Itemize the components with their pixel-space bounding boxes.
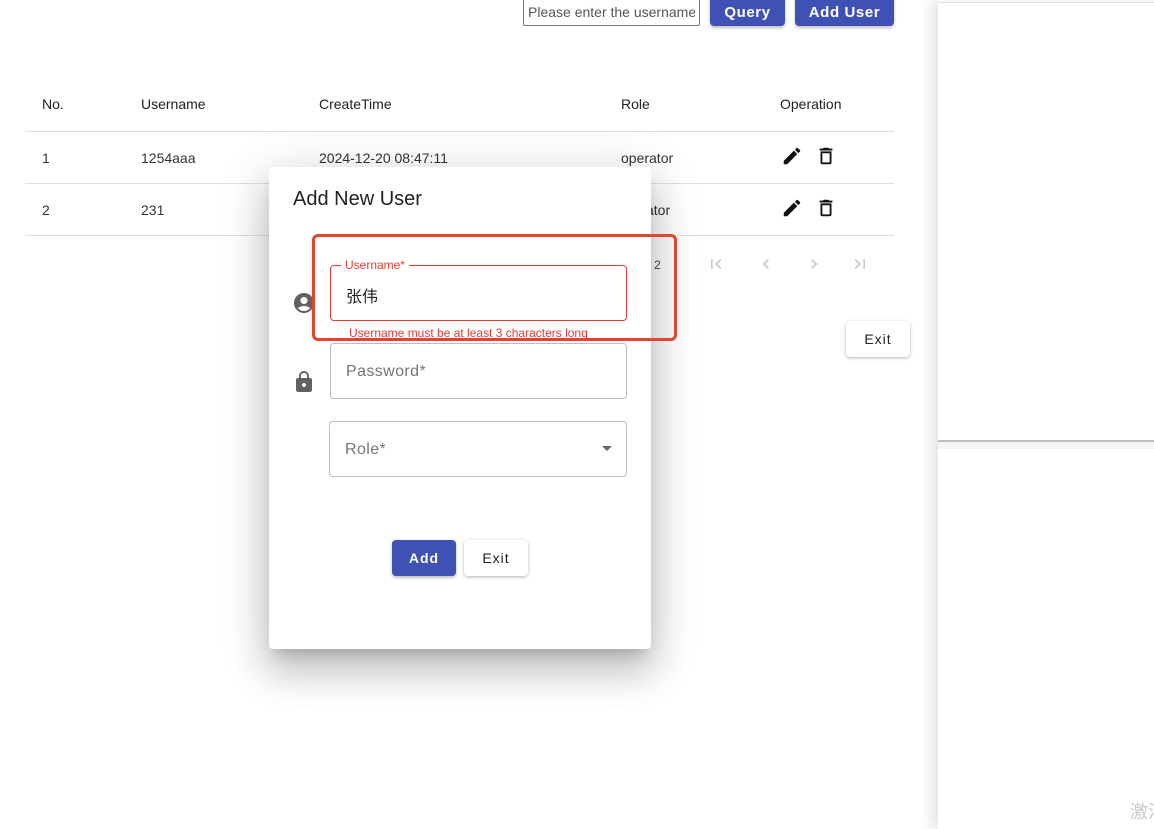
first-page-icon[interactable]: [706, 254, 730, 276]
role-select[interactable]: Role*: [329, 421, 627, 477]
header-createtime: CreateTime: [319, 96, 392, 112]
add-button[interactable]: Add: [392, 540, 456, 576]
row-operations: [781, 197, 837, 219]
side-panel-divider: [938, 440, 1154, 442]
cell-createtime: 2024-12-20 08:47:11: [319, 150, 448, 166]
cell-no: 2: [42, 202, 50, 218]
cell-no: 1: [42, 150, 50, 166]
side-panel-upper: [938, 3, 1154, 440]
edit-icon[interactable]: [781, 197, 803, 219]
header-username: Username: [141, 96, 206, 112]
page-exit-button[interactable]: Exit: [846, 321, 910, 357]
pagination-count: 2: [654, 258, 661, 272]
delete-icon[interactable]: [815, 145, 837, 167]
delete-icon[interactable]: [815, 197, 837, 219]
header-role: Role: [621, 96, 650, 112]
next-page-icon[interactable]: [804, 254, 828, 276]
password-placeholder: Password*: [346, 363, 427, 380]
role-placeholder: Role*: [345, 441, 387, 458]
side-panel-lower: [938, 449, 1154, 829]
row-operations: [781, 145, 837, 167]
table-header: No. Username CreateTime Role Operation: [25, 78, 894, 132]
username-field[interactable]: Username* 张伟: [330, 258, 627, 321]
last-page-icon[interactable]: [850, 254, 874, 276]
side-panel-top-line: [938, 2, 1154, 3]
username-value: 张伟: [346, 287, 379, 306]
prev-page-icon[interactable]: [756, 254, 780, 276]
username-error-text: Username must be at least 3 characters l…: [349, 326, 588, 340]
account-circle-icon: [292, 291, 316, 315]
query-button[interactable]: Query: [710, 0, 785, 26]
cell-role: operator: [621, 150, 674, 166]
cell-username: 1254aaa: [141, 150, 196, 166]
username-label: Username*: [341, 258, 410, 272]
dropdown-arrow-icon: [602, 446, 612, 451]
edit-icon[interactable]: [781, 145, 803, 167]
header-no: No.: [42, 96, 64, 112]
activation-watermark: 激活: [1130, 802, 1154, 823]
username-search-input[interactable]: [523, 0, 700, 26]
lock-icon: [292, 370, 316, 394]
header-operation: Operation: [780, 96, 842, 112]
add-user-button[interactable]: Add User: [795, 0, 894, 26]
side-panel: [938, 0, 1154, 829]
add-user-dialog: Add New User Username* 张伟 Username must …: [269, 167, 651, 649]
cell-username: 231: [141, 202, 165, 218]
dialog-exit-button[interactable]: Exit: [464, 540, 528, 576]
password-field[interactable]: Password*: [330, 343, 627, 399]
dialog-title: Add New User: [293, 188, 422, 210]
